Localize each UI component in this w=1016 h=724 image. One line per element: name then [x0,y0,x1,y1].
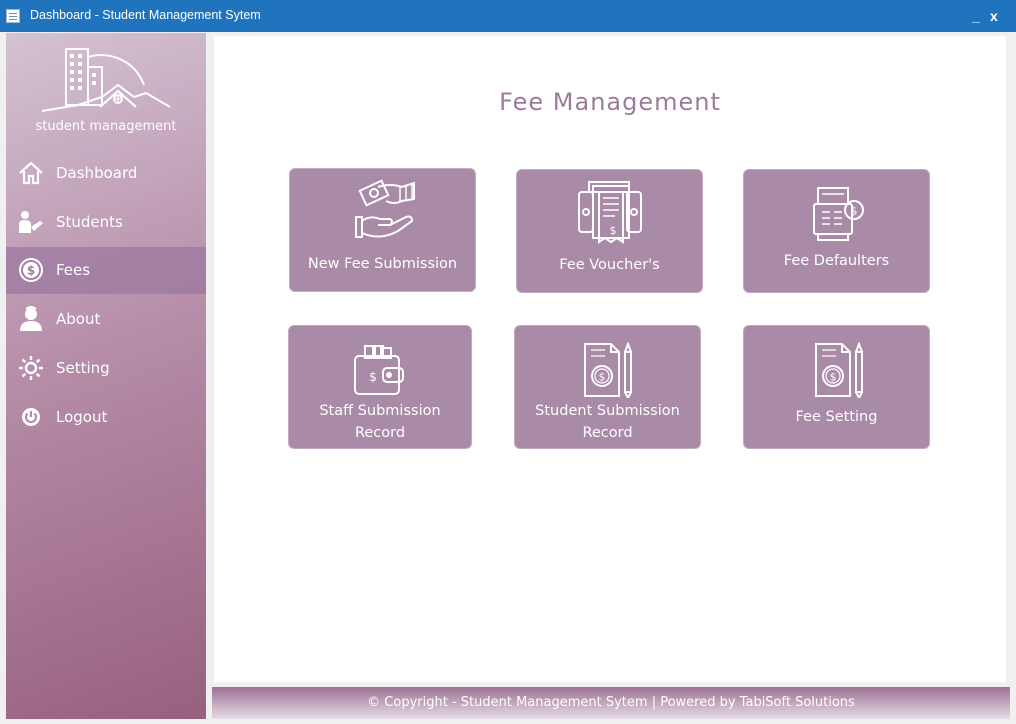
document-dollar-pencil-icon: $ [815,342,863,398]
sidebar-item-students[interactable]: Students [6,199,206,246]
main-panel: Fee Management New Fee Submission $ Fee … [214,36,1006,682]
students-icon [19,211,43,233]
logo: student management [6,45,206,140]
buildings-logo-icon [41,48,171,112]
svg-text:$: $ [830,371,837,384]
close-button[interactable]: x [990,8,998,24]
sidebar-item-label: Setting [56,359,110,377]
sidebar-item-label: Logout [56,408,108,426]
tile-label-line: Record [354,425,406,441]
window-title: Dashboard - Student Management Sytem [30,8,261,22]
page-title: Fee Management [499,88,721,116]
hand-money-icon [355,179,415,238]
staff-submission-record-tile[interactable]: $ Staff Submission Record [288,325,472,449]
student-submission-record-tile[interactable]: $ Student Submission Record [514,325,701,449]
sidebar-item-dashboard[interactable]: Dashboard [6,150,206,197]
svg-text:$: $ [599,371,606,384]
wallet-icon: $ [354,345,404,395]
logo-text: student management [35,119,177,134]
gear-icon [19,356,43,380]
svg-text:$: $ [610,224,617,237]
sidebar-item-logout[interactable]: Logout [6,394,206,441]
fee-vouchers-tile[interactable]: $ Fee Voucher's [516,169,703,293]
footer: © Copyright - Student Management Sytem |… [212,687,1010,719]
tile-label-line: Record [582,425,633,441]
tile-label-line: Student Submission [535,403,680,419]
tile-label: Student Submission Record [515,400,700,444]
sidebar-item-setting[interactable]: Setting [6,345,206,392]
tile-label: Staff Submission Record [289,400,471,444]
tile-label-line: Staff Submission [319,403,441,419]
svg-text:$: $ [369,370,377,384]
power-icon [22,408,40,426]
app-document-icon [6,9,20,23]
sidebar-item-about[interactable]: About [6,296,206,343]
home-icon [19,161,43,185]
tile-label: New Fee Submission [307,256,458,272]
cash-register-icon: $ [813,187,864,241]
sidebar-item-label: About [56,310,101,328]
tile-label: Fee Voucher's [559,257,660,273]
tile-label: Fee Setting [795,409,878,425]
sidebar-item-fees[interactable]: $ Fees [6,247,206,294]
sidebar-item-label: Fees [56,261,91,279]
new-fee-submission-tile[interactable]: New Fee Submission [289,168,476,292]
receipt-icon: $ [578,181,642,244]
window-titlebar: Dashboard - Student Management Sytem _ x [0,0,1016,32]
sidebar-item-label: Students [56,213,123,231]
sidebar: student management Dashboard Students $ … [6,33,206,719]
tile-label: Fee Defaulters [783,253,890,269]
person-icon [20,306,42,331]
fee-defaulters-tile[interactable]: $ Fee Defaulters [743,169,930,293]
minimize-button[interactable]: _ [972,8,980,24]
footer-copyright: © Copyright - Student Management Sytem |… [367,695,855,710]
sidebar-item-label: Dashboard [56,164,138,182]
document-dollar-icon: $ [584,342,632,398]
svg-text:$: $ [27,264,35,278]
dollar-coin-icon: $ [19,258,43,282]
fee-setting-tile[interactable]: $ Fee Setting [743,325,930,449]
svg-text:$: $ [851,205,858,218]
